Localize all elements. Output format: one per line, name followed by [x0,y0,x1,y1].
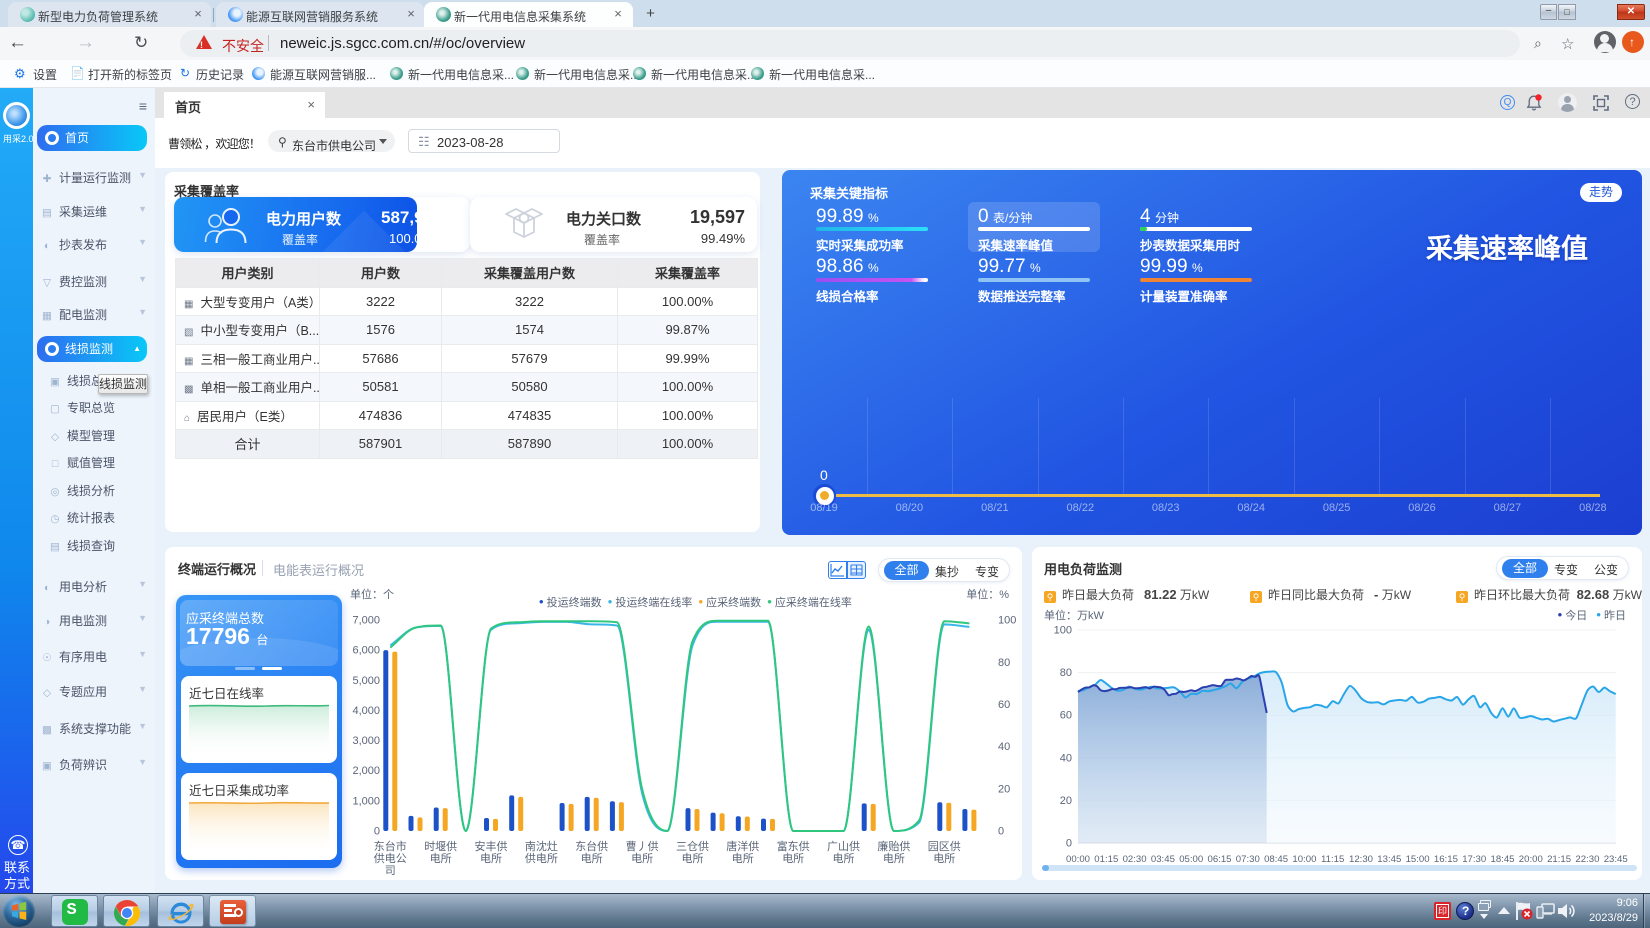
svg-text:电所: 电所 [883,852,905,865]
svg-text:电所: 电所 [782,852,804,865]
svg-text:园区供: 园区供 [928,839,961,853]
svg-text:安丰供: 安丰供 [475,839,508,853]
svg-text:16:15: 16:15 [1434,854,1458,865]
svg-text:电所: 电所 [631,852,653,865]
svg-text:7,000: 7,000 [352,615,380,627]
svg-text:60: 60 [1060,710,1072,722]
svg-text:80: 80 [1060,667,1072,679]
svg-text:东台供: 东台供 [575,839,608,853]
svg-text:11:15: 11:15 [1321,854,1344,865]
svg-text:00:00: 00:00 [1066,854,1090,865]
svg-text:0: 0 [998,826,1004,838]
svg-text:23:45: 23:45 [1604,854,1628,865]
svg-text:东台市: 东台市 [374,839,407,853]
svg-text:3,000: 3,000 [352,735,380,747]
svg-text:03:45: 03:45 [1151,854,1175,865]
svg-text:02:30: 02:30 [1123,854,1147,865]
svg-text:60: 60 [998,699,1010,711]
svg-text:12:30: 12:30 [1349,854,1373,865]
svg-text:22:30: 22:30 [1575,854,1599,865]
svg-text:100: 100 [998,615,1016,627]
svg-text:电所: 电所 [732,852,754,865]
svg-text:司: 司 [385,865,396,877]
svg-text:1,000: 1,000 [352,795,380,807]
svg-text:0: 0 [374,826,380,838]
svg-text:电所: 电所 [933,852,955,865]
svg-text:21:15: 21:15 [1547,854,1571,865]
svg-text:5,000: 5,000 [352,675,380,687]
svg-text:0: 0 [1066,838,1072,850]
svg-text:13:45: 13:45 [1377,854,1401,865]
svg-text:15:00: 15:00 [1406,854,1430,865]
svg-text:20: 20 [1060,795,1072,807]
svg-text:三仓供: 三仓供 [676,839,709,853]
svg-text:08:45: 08:45 [1264,854,1288,865]
svg-text:时堰供: 时堰供 [424,839,457,853]
svg-text:6,000: 6,000 [352,645,380,657]
svg-text:唐洋供: 唐洋供 [726,839,759,853]
svg-text:17:30: 17:30 [1462,854,1486,865]
svg-text:廉贻供: 廉贻供 [877,839,910,853]
svg-text:20:00: 20:00 [1519,854,1543,865]
svg-text:10:00: 10:00 [1292,854,1316,865]
svg-text:电所: 电所 [581,852,603,865]
svg-text:南沈灶: 南沈灶 [525,839,558,853]
svg-text:18:45: 18:45 [1490,854,1514,865]
svg-text:电所: 电所 [682,852,704,865]
svg-text:20: 20 [998,783,1010,795]
svg-text:供电所: 供电所 [525,851,558,865]
svg-text:电所: 电所 [430,852,452,865]
svg-text:06:15: 06:15 [1207,854,1231,865]
svg-text:4,000: 4,000 [352,705,380,717]
svg-text:供电公: 供电公 [374,851,407,865]
svg-text:07:30: 07:30 [1236,854,1260,865]
svg-text:广山供: 广山供 [827,839,860,853]
svg-text:05:00: 05:00 [1179,854,1203,865]
svg-text:80: 80 [998,657,1010,669]
svg-text:电所: 电所 [480,852,502,865]
svg-text:40: 40 [998,741,1010,753]
svg-text:100: 100 [1054,625,1072,637]
svg-text:曹丿供: 曹丿供 [626,839,659,853]
svg-text:富东供: 富东供 [777,839,810,853]
svg-text:01:15: 01:15 [1094,854,1118,865]
svg-text:电所: 电所 [833,852,855,865]
svg-text:40: 40 [1060,752,1072,764]
svg-text:2,000: 2,000 [352,765,380,777]
